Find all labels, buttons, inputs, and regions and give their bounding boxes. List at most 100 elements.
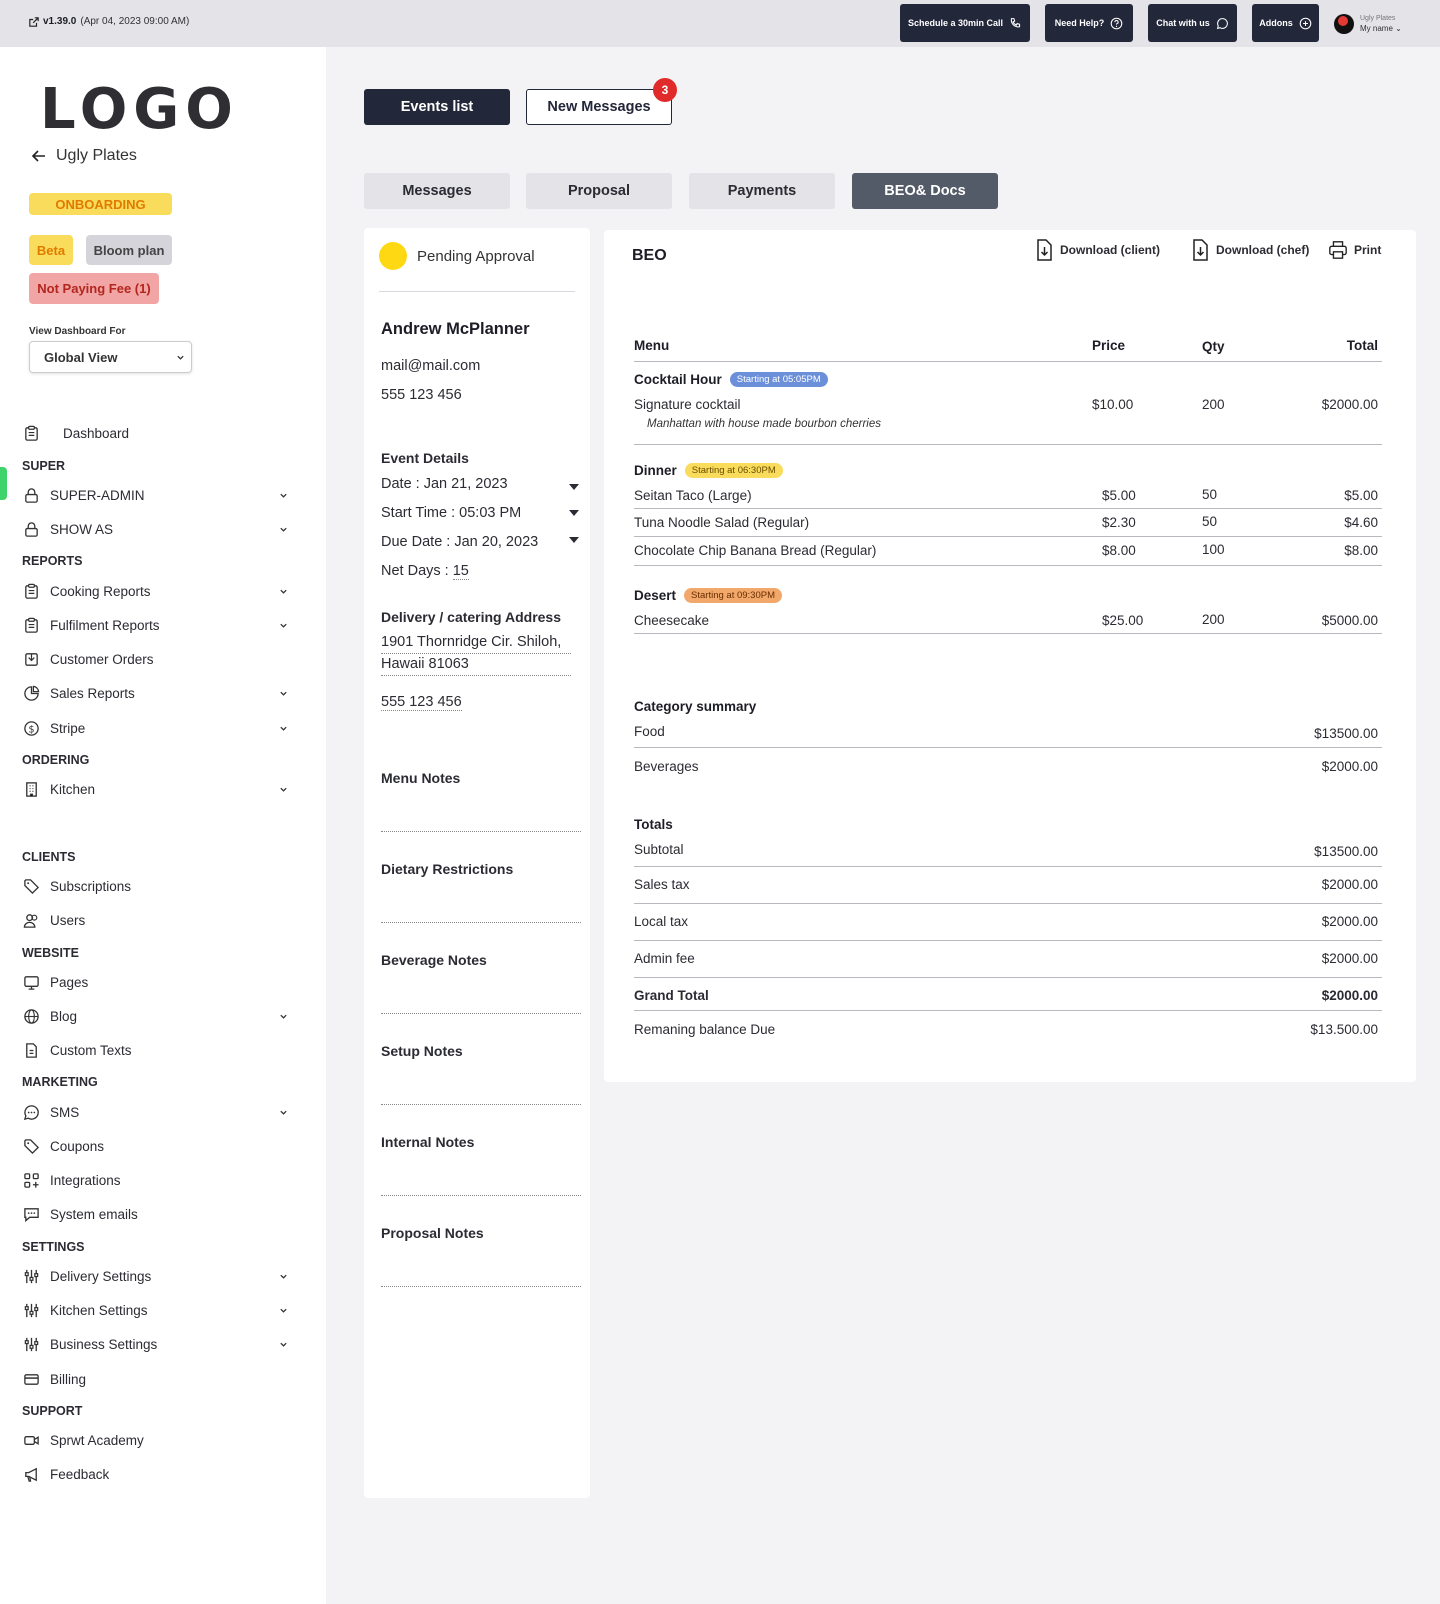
chevron-down-icon (280, 1014, 287, 1019)
chat-button[interactable]: Chat with us (1148, 4, 1237, 42)
menu-item-price: $25.00 (1102, 613, 1144, 628)
back-link[interactable]: Ugly Plates (32, 147, 137, 165)
sidebar-item-customer-orders[interactable]: Customer Orders (22, 644, 296, 674)
divider (634, 940, 1382, 941)
chevron-down-icon (280, 1110, 287, 1115)
admin-fee-label: Admin fee (634, 951, 695, 966)
caret-down-icon[interactable] (569, 484, 579, 490)
plan-badge: Bloom plan (86, 235, 172, 265)
sidebar-item-pages[interactable]: Pages (22, 967, 296, 997)
admin-fee-value: $2000.00 (1321, 951, 1378, 966)
net-days-input[interactable]: 15 (452, 563, 469, 580)
setup-notes-input[interactable] (381, 1104, 581, 1105)
event-date-field[interactable]: Date : Jan 21, 2023 (381, 476, 508, 492)
tab-messages[interactable]: Messages (364, 173, 510, 209)
user-menu[interactable]: Ugly Plates My name ⌄ (1334, 14, 1402, 34)
sidebar-item-users[interactable]: Users (22, 905, 296, 935)
grand-total-label: Grand Total (634, 988, 709, 1003)
sidebar-item-dashboard[interactable]: Dashboard (22, 418, 296, 448)
view-dashboard-select[interactable]: Global View (29, 341, 192, 373)
event-start-time-field[interactable]: Start Time : 05:03 PM (381, 505, 521, 521)
events-list-button[interactable]: Events list (364, 89, 510, 125)
not-paying-badge[interactable]: Not Paying Fee (1) (29, 273, 159, 304)
menu-notes-input[interactable] (381, 831, 581, 832)
sidebar-item-label: Fulfilment Reports (50, 617, 160, 633)
beverage-notes-input[interactable] (381, 1013, 581, 1014)
dietary-restrictions-input[interactable] (381, 922, 581, 923)
sidebar-item-integrations[interactable]: Integrations (22, 1165, 296, 1195)
sidebar-item-sales-reports[interactable]: Sales Reports (22, 678, 296, 708)
help-icon (1110, 17, 1123, 29)
sidebar-item-label: Cooking Reports (50, 583, 151, 599)
menu-item-qty: 200 (1202, 397, 1225, 412)
sidebar-item-academy[interactable]: Sprwt Academy (22, 1425, 296, 1455)
internal-notes-input[interactable] (381, 1195, 581, 1196)
clipboard-icon (22, 424, 41, 443)
sidebar-item-system-emails[interactable]: System emails (22, 1199, 296, 1229)
caret-down-icon[interactable] (569, 510, 579, 516)
address-phone-field[interactable]: 555 123 456 (381, 694, 462, 711)
sidebar-item-fulfilment-reports[interactable]: Fulfilment Reports (22, 610, 296, 640)
download-chef-button[interactable]: Download (chef) (1190, 239, 1309, 261)
menu-item-qty: 50 (1202, 487, 1218, 502)
sidebar-item-super-admin[interactable]: SUPER-ADMIN (22, 480, 296, 510)
sidebar-item-cooking-reports[interactable]: Cooking Reports (22, 576, 296, 606)
sidebar-item-coupons[interactable]: Coupons (22, 1131, 296, 1161)
file-download-icon (1037, 239, 1052, 261)
client-phone[interactable]: 555 123 456 (381, 387, 462, 403)
sidebar-item-business-settings[interactable]: Business Settings (22, 1329, 296, 1359)
chevron-down-icon (280, 493, 287, 498)
chevron-down-icon (280, 726, 287, 731)
download-client-button[interactable]: Download (client) (1034, 239, 1160, 261)
sidebar-item-feedback[interactable]: Feedback (22, 1459, 296, 1489)
summary-food-value: $13500.00 (1314, 726, 1378, 741)
internal-notes-heading: Internal Notes (381, 1134, 475, 1150)
caret-down-icon[interactable] (569, 537, 579, 543)
pie-chart-icon (22, 684, 41, 703)
sidebar-item-stripe[interactable]: $ Stripe (22, 713, 296, 743)
tab-proposal[interactable]: Proposal (526, 173, 672, 209)
chat-label: Chat with us (1156, 18, 1210, 28)
sidebar-item-kitchen-settings[interactable]: Kitchen Settings (22, 1295, 296, 1325)
event-due-date-field[interactable]: Due Date : Jan 20, 2023 (381, 534, 538, 550)
sidebar-item-custom-texts[interactable]: Custom Texts (22, 1035, 296, 1065)
schedule-call-button[interactable]: Schedule a 30min Call (900, 4, 1030, 42)
need-help-button[interactable]: Need Help? (1045, 4, 1133, 42)
avatar (1334, 14, 1354, 34)
sidebar-item-delivery-settings[interactable]: Delivery Settings (22, 1261, 296, 1291)
chevron-down-icon (280, 527, 287, 532)
sales-tax-label: Sales tax (634, 877, 690, 892)
beo-card: BEO Download (client) Download (chef) Pr… (604, 230, 1416, 1082)
divider (634, 903, 1382, 904)
divider (634, 565, 1382, 566)
chevron-down-icon (177, 355, 184, 360)
sidebar-item-label: Customer Orders (50, 651, 154, 667)
sidebar-item-kitchen[interactable]: Kitchen (22, 774, 296, 804)
sidebar: LOGO Ugly Plates ONBOARDING Beta Bloom p… (0, 47, 326, 1604)
sidebar-item-blog[interactable]: Blog (22, 1001, 296, 1031)
client-email[interactable]: mail@mail.com (381, 358, 480, 374)
svg-text:$: $ (28, 724, 34, 735)
new-messages-button[interactable]: New Messages (526, 89, 672, 125)
dietary-restrictions-heading: Dietary Restrictions (381, 861, 514, 877)
sidebar-item-billing[interactable]: Billing (22, 1364, 296, 1394)
sidebar-item-show-as[interactable]: SHOW AS (22, 514, 296, 544)
printer-icon (1329, 241, 1347, 259)
print-button[interactable]: Print (1328, 239, 1381, 261)
addons-button[interactable]: Addons (1252, 4, 1319, 42)
category-summary-heading: Category summary (634, 699, 757, 714)
sales-tax-value: $2000.00 (1321, 877, 1378, 892)
address-field[interactable]: 1901 Thornridge Cir. Shiloh, Hawaii 8106… (381, 632, 571, 676)
beverage-notes-heading: Beverage Notes (381, 952, 487, 968)
print-label: Print (1354, 243, 1382, 257)
net-days-label: Net Days : (381, 563, 453, 579)
tab-payments[interactable]: Payments (689, 173, 835, 209)
sidebar-item-subscriptions[interactable]: Subscriptions (22, 871, 296, 901)
view-dashboard-label: View Dashboard For (29, 326, 126, 337)
tab-beo-docs[interactable]: BEO& Docs (852, 173, 998, 209)
chevron-down-icon (280, 787, 287, 792)
summary-beverages-label: Beverages (634, 759, 699, 774)
proposal-notes-input[interactable] (381, 1286, 581, 1287)
document-icon (22, 1041, 41, 1060)
sidebar-item-sms[interactable]: SMS (22, 1097, 296, 1127)
